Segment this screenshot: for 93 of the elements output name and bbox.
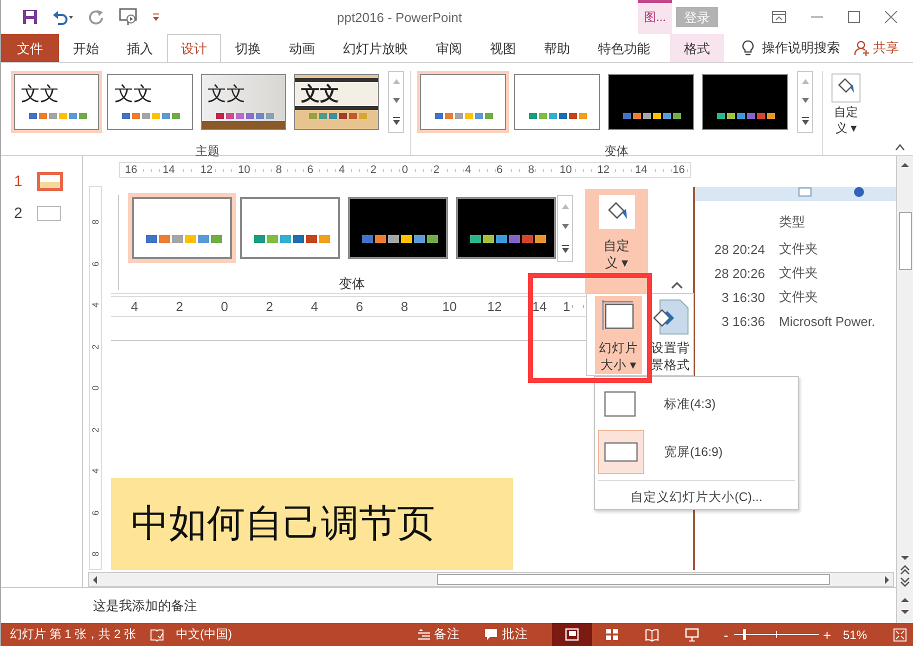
slide-sorter-icon	[604, 628, 619, 642]
theme-thumbnail[interactable]	[699, 71, 791, 133]
notes-text: 这是我添加的备注	[93, 596, 198, 614]
theme-thumbnail[interactable]	[128, 193, 236, 263]
redo-icon[interactable]	[88, 9, 104, 25]
ruler: 4 2 0 2 4 6 8 10 12 14 1	[111, 296, 586, 317]
modified-date: 3 16:36	[720, 314, 766, 328]
scroll-up-icon	[802, 79, 808, 84]
vertical-scrollbar[interactable]	[896, 156, 913, 588]
slide-thumbnail[interactable]	[37, 206, 61, 221]
comment-icon	[484, 628, 498, 641]
notes-button[interactable]: 备注	[418, 626, 460, 643]
person-add-icon	[854, 40, 870, 56]
window-title: ppt2016 - PowerPoint	[336, 10, 464, 24]
customize-button[interactable]: 自定 义 ▾	[831, 73, 861, 135]
theme-thumbnail[interactable]	[417, 71, 509, 133]
scroll-up-icon	[562, 204, 568, 209]
ribbon-tab[interactable]: 格式	[670, 34, 724, 62]
previous-slide-icon	[898, 564, 912, 576]
slide-title: 中如何自己调节页	[131, 503, 435, 545]
view-button[interactable]	[552, 623, 592, 646]
more-icon	[392, 117, 400, 125]
file-type: 文件夹	[779, 288, 818, 306]
save-icon[interactable]	[22, 9, 38, 25]
zoom-out-button[interactable]: -	[722, 626, 730, 642]
group-label: 变体	[339, 275, 365, 293]
fit-to-window-icon[interactable]	[893, 628, 907, 642]
normal-view-icon	[564, 628, 579, 642]
standard-screen-icon	[604, 391, 638, 417]
ribbon-tab[interactable]: 插入	[113, 34, 167, 62]
scroll-down-icon	[392, 98, 400, 103]
scroll-thumb[interactable]	[437, 574, 830, 585]
caret-icon[interactable]	[152, 12, 160, 22]
paint-bucket-icon	[831, 73, 861, 103]
file-type: Microsoft Power.	[779, 314, 876, 328]
file-type: 文件夹	[779, 240, 818, 258]
ruler: 16 14 12 10 8 6 4 2 0 2 4 6 8 10 12 14 16	[119, 162, 691, 178]
zoom-in-button[interactable]: +	[822, 626, 831, 642]
ribbon-tab[interactable]: 文件	[1, 34, 59, 62]
group-label: 主题	[194, 143, 220, 160]
slide-counter: 幻灯片 第 1 张，共 2 张	[10, 626, 136, 643]
theme-thumbnail[interactable]	[511, 71, 603, 133]
ribbon-tab[interactable]: 动画	[275, 34, 329, 62]
language-button[interactable]: 中文(中国)	[176, 626, 232, 643]
more-icon	[562, 245, 568, 254]
tell-me-search[interactable]: 操作说明搜索	[762, 39, 840, 57]
button-label: 景格式	[650, 357, 690, 374]
view-icon	[798, 187, 812, 197]
collapse-ribbon-icon[interactable]	[895, 143, 905, 151]
modified-date: 3 16:30	[720, 290, 766, 304]
scroll-down-icon	[802, 98, 808, 103]
ribbon-tab[interactable]: 帮助	[530, 34, 584, 62]
presentation-icon[interactable]	[118, 8, 138, 26]
theme-thumbnail[interactable]: 文文	[11, 71, 102, 133]
scroll-down-icon	[562, 224, 568, 230]
ribbon-tab[interactable]: 特色功能	[584, 34, 664, 62]
undo-icon[interactable]	[52, 9, 74, 25]
button-label: 设置背	[650, 340, 690, 357]
lightbulb-icon	[742, 40, 754, 56]
column-header: 类型	[779, 214, 805, 229]
ribbon-tab[interactable]: 视图	[476, 34, 530, 62]
zoom-level[interactable]: 51%	[842, 628, 867, 642]
close-icon[interactable]	[885, 11, 897, 23]
contextual-tab-label: 图...	[638, 0, 672, 34]
notes-icon	[418, 628, 430, 640]
collapse-icon	[671, 281, 683, 289]
file-type: 文件夹	[779, 264, 818, 282]
slide-thumbnail[interactable]	[37, 172, 63, 191]
book-icon	[644, 628, 659, 642]
scroll-up-icon	[392, 79, 400, 84]
modified-date: 28 20:24	[713, 242, 766, 256]
ribbon-tab[interactable]: 审阅	[422, 34, 476, 62]
scroll-thumb[interactable]	[898, 212, 912, 270]
slide-number: 1	[14, 173, 23, 190]
theme-thumbnail[interactable]	[605, 71, 697, 133]
ruler: 8 6 4 2 0 2 4 6 8	[89, 186, 102, 570]
next-slide-icon	[898, 576, 912, 588]
share-button[interactable]: 共享	[854, 34, 899, 62]
paint-bucket-icon	[598, 195, 634, 229]
spell-check-icon[interactable]	[150, 628, 164, 642]
maximize-icon[interactable]	[848, 11, 860, 23]
more-icon	[802, 117, 808, 125]
ribbon-tab[interactable]: 切换	[221, 34, 275, 62]
ribbon-tab[interactable]: 幻灯片放映	[329, 34, 422, 62]
ribbon-display-icon[interactable]	[772, 11, 786, 23]
ribbon-tab[interactable]: 设计	[167, 34, 221, 62]
modified-date: 28 20:26	[713, 266, 766, 280]
horizontal-scrollbar[interactable]	[88, 572, 894, 587]
comments-button[interactable]: 批注	[484, 626, 528, 643]
slide-number: 2	[14, 205, 23, 222]
slideshow-icon	[684, 628, 699, 642]
group-label: 变体	[604, 143, 630, 160]
ribbon-tab[interactable]: 开始	[59, 34, 113, 62]
